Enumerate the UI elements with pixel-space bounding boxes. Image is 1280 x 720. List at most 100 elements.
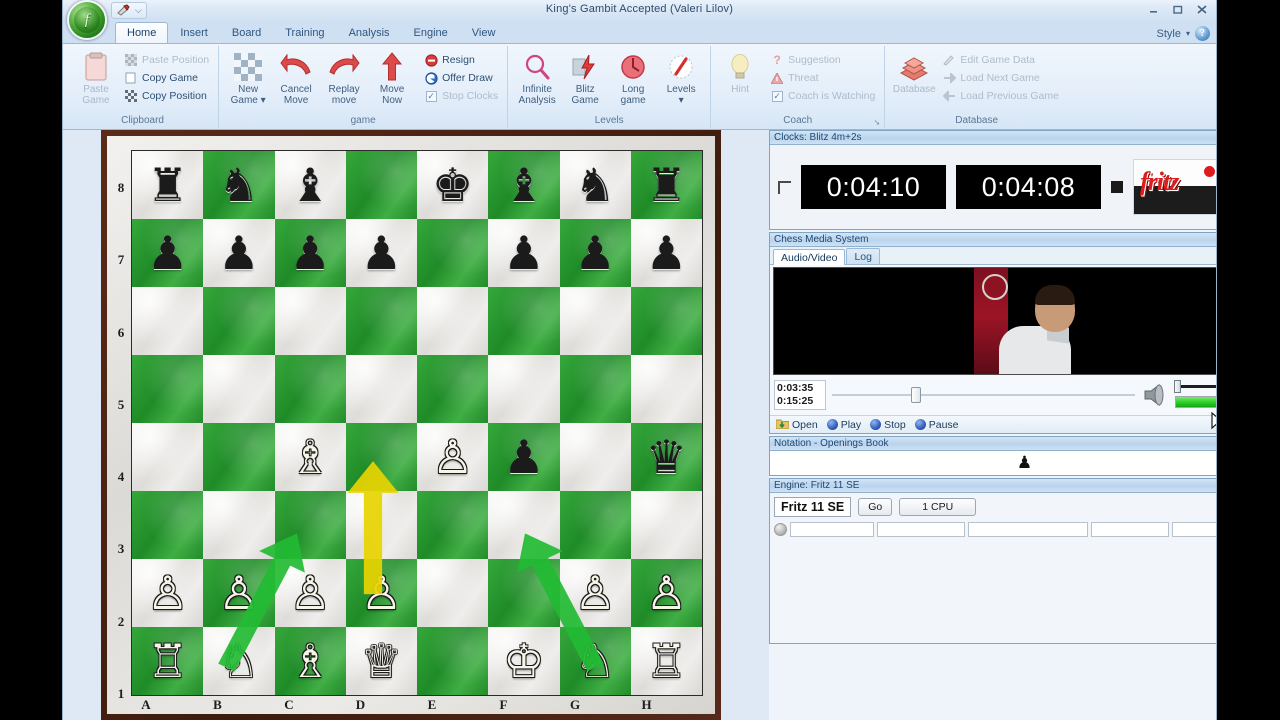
square-a1[interactable]: ♖ — [132, 627, 204, 695]
chevron-down-icon[interactable]: ▾ — [1186, 29, 1190, 38]
replay-move-button[interactable]: Replay move — [321, 48, 367, 106]
piece-black-pawn-h7[interactable]: ♟ — [646, 230, 687, 276]
square-d1[interactable]: ♕ — [345, 627, 417, 695]
square-a3[interactable] — [132, 491, 204, 559]
stop-button[interactable]: Stop — [870, 419, 906, 431]
piece-black-king-e8[interactable]: ♚ — [432, 162, 473, 208]
piece-black-knight-b8[interactable]: ♞ — [218, 162, 259, 208]
piece-black-pawn-f7[interactable]: ♟ — [503, 230, 544, 276]
square-f3[interactable] — [488, 491, 560, 559]
notation-body[interactable]: ♟ — [770, 451, 1216, 475]
square-h8[interactable]: ♜ — [630, 151, 702, 219]
piece-black-pawn-b7[interactable]: ♟ — [218, 230, 259, 276]
tab-log[interactable]: Log — [846, 248, 880, 264]
square-a4[interactable] — [132, 423, 204, 491]
piece-black-knight-g8[interactable]: ♞ — [575, 162, 616, 208]
copy-position-button[interactable]: Copy Position — [121, 87, 212, 105]
maximize-button[interactable] — [1169, 2, 1186, 17]
square-c8[interactable]: ♝ — [274, 151, 346, 219]
square-h4[interactable]: ♛ — [630, 423, 702, 491]
long-game-button[interactable]: Long game — [610, 48, 656, 106]
square-f8[interactable]: ♝ — [488, 151, 560, 219]
tab-analysis[interactable]: Analysis — [337, 22, 402, 43]
stop-clocks-checkbox[interactable]: ✓ Stop Clocks — [421, 87, 501, 105]
square-a5[interactable] — [132, 355, 204, 423]
application-menu-orb[interactable]: f — [67, 0, 107, 40]
new-game-button[interactable]: New Game ▾ — [225, 48, 271, 106]
cancel-move-button[interactable]: Cancel Move — [273, 48, 319, 106]
seek-thumb[interactable] — [910, 387, 921, 403]
square-d8[interactable] — [345, 151, 417, 219]
square-b2[interactable]: ♙ — [203, 559, 275, 627]
close-button[interactable] — [1193, 2, 1210, 17]
coach-dialog-launcher[interactable]: ➘ — [874, 118, 881, 127]
piece-black-pawn-c7[interactable]: ♟ — [290, 230, 331, 276]
volume-thumb[interactable] — [1174, 380, 1181, 393]
hint-button[interactable]: Hint — [717, 48, 763, 95]
square-e2[interactable] — [417, 559, 489, 627]
piece-white-bishop-c4[interactable]: ♗ — [290, 434, 331, 480]
piece-white-knight-b1[interactable]: ♘ — [218, 638, 259, 684]
style-selector[interactable]: Style ▾ ? — [1157, 26, 1210, 41]
pause-button[interactable]: Pause — [914, 419, 959, 431]
engine-cpu-button[interactable]: 1 CPU — [899, 498, 977, 516]
piece-white-bishop-c1[interactable]: ♗ — [290, 638, 331, 684]
square-f6[interactable] — [488, 287, 560, 355]
resign-button[interactable]: Resign — [421, 51, 501, 69]
move-now-button[interactable]: Move Now — [369, 48, 415, 106]
square-h7[interactable]: ♟ — [630, 219, 702, 287]
square-c1[interactable]: ♗ — [274, 627, 346, 695]
square-e6[interactable] — [417, 287, 489, 355]
piece-black-pawn-g7[interactable]: ♟ — [575, 230, 616, 276]
square-f4[interactable]: ♟ — [488, 423, 560, 491]
piece-white-pawn-d2[interactable]: ♙ — [361, 570, 402, 616]
square-a6[interactable] — [132, 287, 204, 355]
play-button[interactable]: Play — [826, 419, 861, 431]
square-d6[interactable] — [345, 287, 417, 355]
square-a8[interactable]: ♜ — [132, 151, 204, 219]
piece-white-pawn-c2[interactable]: ♙ — [290, 570, 331, 616]
piece-white-pawn-h2[interactable]: ♙ — [646, 570, 687, 616]
qat-dropdown-icon[interactable]: ⌵ — [135, 5, 142, 16]
square-b4[interactable] — [203, 423, 275, 491]
square-b7[interactable]: ♟ — [203, 219, 275, 287]
load-previous-game-button[interactable]: Load Previous Game — [939, 87, 1062, 105]
open-button[interactable]: Open — [775, 418, 818, 432]
piece-black-rook-a8[interactable]: ♜ — [147, 162, 188, 208]
square-g3[interactable] — [559, 491, 631, 559]
levels-button[interactable]: Levels ▾ — [658, 48, 704, 106]
piece-black-pawn-d7[interactable]: ♟ — [361, 230, 402, 276]
speaker-icon[interactable] — [1141, 382, 1167, 408]
square-g1[interactable]: ♘ — [559, 627, 631, 695]
square-g7[interactable]: ♟ — [559, 219, 631, 287]
tab-audio-video[interactable]: Audio/Video — [773, 249, 846, 265]
tab-insert[interactable]: Insert — [168, 22, 220, 43]
coach-watching-checkbox[interactable]: ✓ Coach is Watching — [767, 87, 878, 105]
square-b3[interactable] — [203, 491, 275, 559]
square-f1[interactable]: ♔ — [488, 627, 560, 695]
square-c7[interactable]: ♟ — [274, 219, 346, 287]
piece-white-king-f1[interactable]: ♔ — [503, 638, 544, 684]
engine-go-button[interactable]: Go — [858, 498, 893, 516]
piece-black-pawn-a7[interactable]: ♟ — [147, 230, 188, 276]
suggestion-button[interactable]: ? Suggestion — [767, 51, 878, 69]
paste-position-button[interactable]: Paste Position — [121, 51, 212, 69]
piece-white-knight-g1[interactable]: ♘ — [575, 638, 616, 684]
square-c5[interactable] — [274, 355, 346, 423]
minimize-button[interactable] — [1145, 2, 1162, 17]
piece-white-pawn-a2[interactable]: ♙ — [147, 570, 188, 616]
tab-home[interactable]: Home — [115, 22, 169, 43]
video-viewport[interactable] — [773, 267, 1216, 375]
piece-black-queen-h4[interactable]: ♛ — [646, 434, 687, 480]
copy-game-button[interactable]: Copy Game — [121, 69, 212, 87]
square-d4[interactable] — [345, 423, 417, 491]
tab-training[interactable]: Training — [273, 22, 336, 43]
help-icon[interactable]: ? — [1195, 26, 1210, 41]
square-d5[interactable] — [345, 355, 417, 423]
piece-white-pawn-g2[interactable]: ♙ — [575, 570, 616, 616]
offer-draw-button[interactable]: Offer Draw — [421, 69, 501, 87]
square-d2[interactable]: ♙ — [345, 559, 417, 627]
square-h6[interactable] — [630, 287, 702, 355]
square-a2[interactable]: ♙ — [132, 559, 204, 627]
square-e3[interactable] — [417, 491, 489, 559]
